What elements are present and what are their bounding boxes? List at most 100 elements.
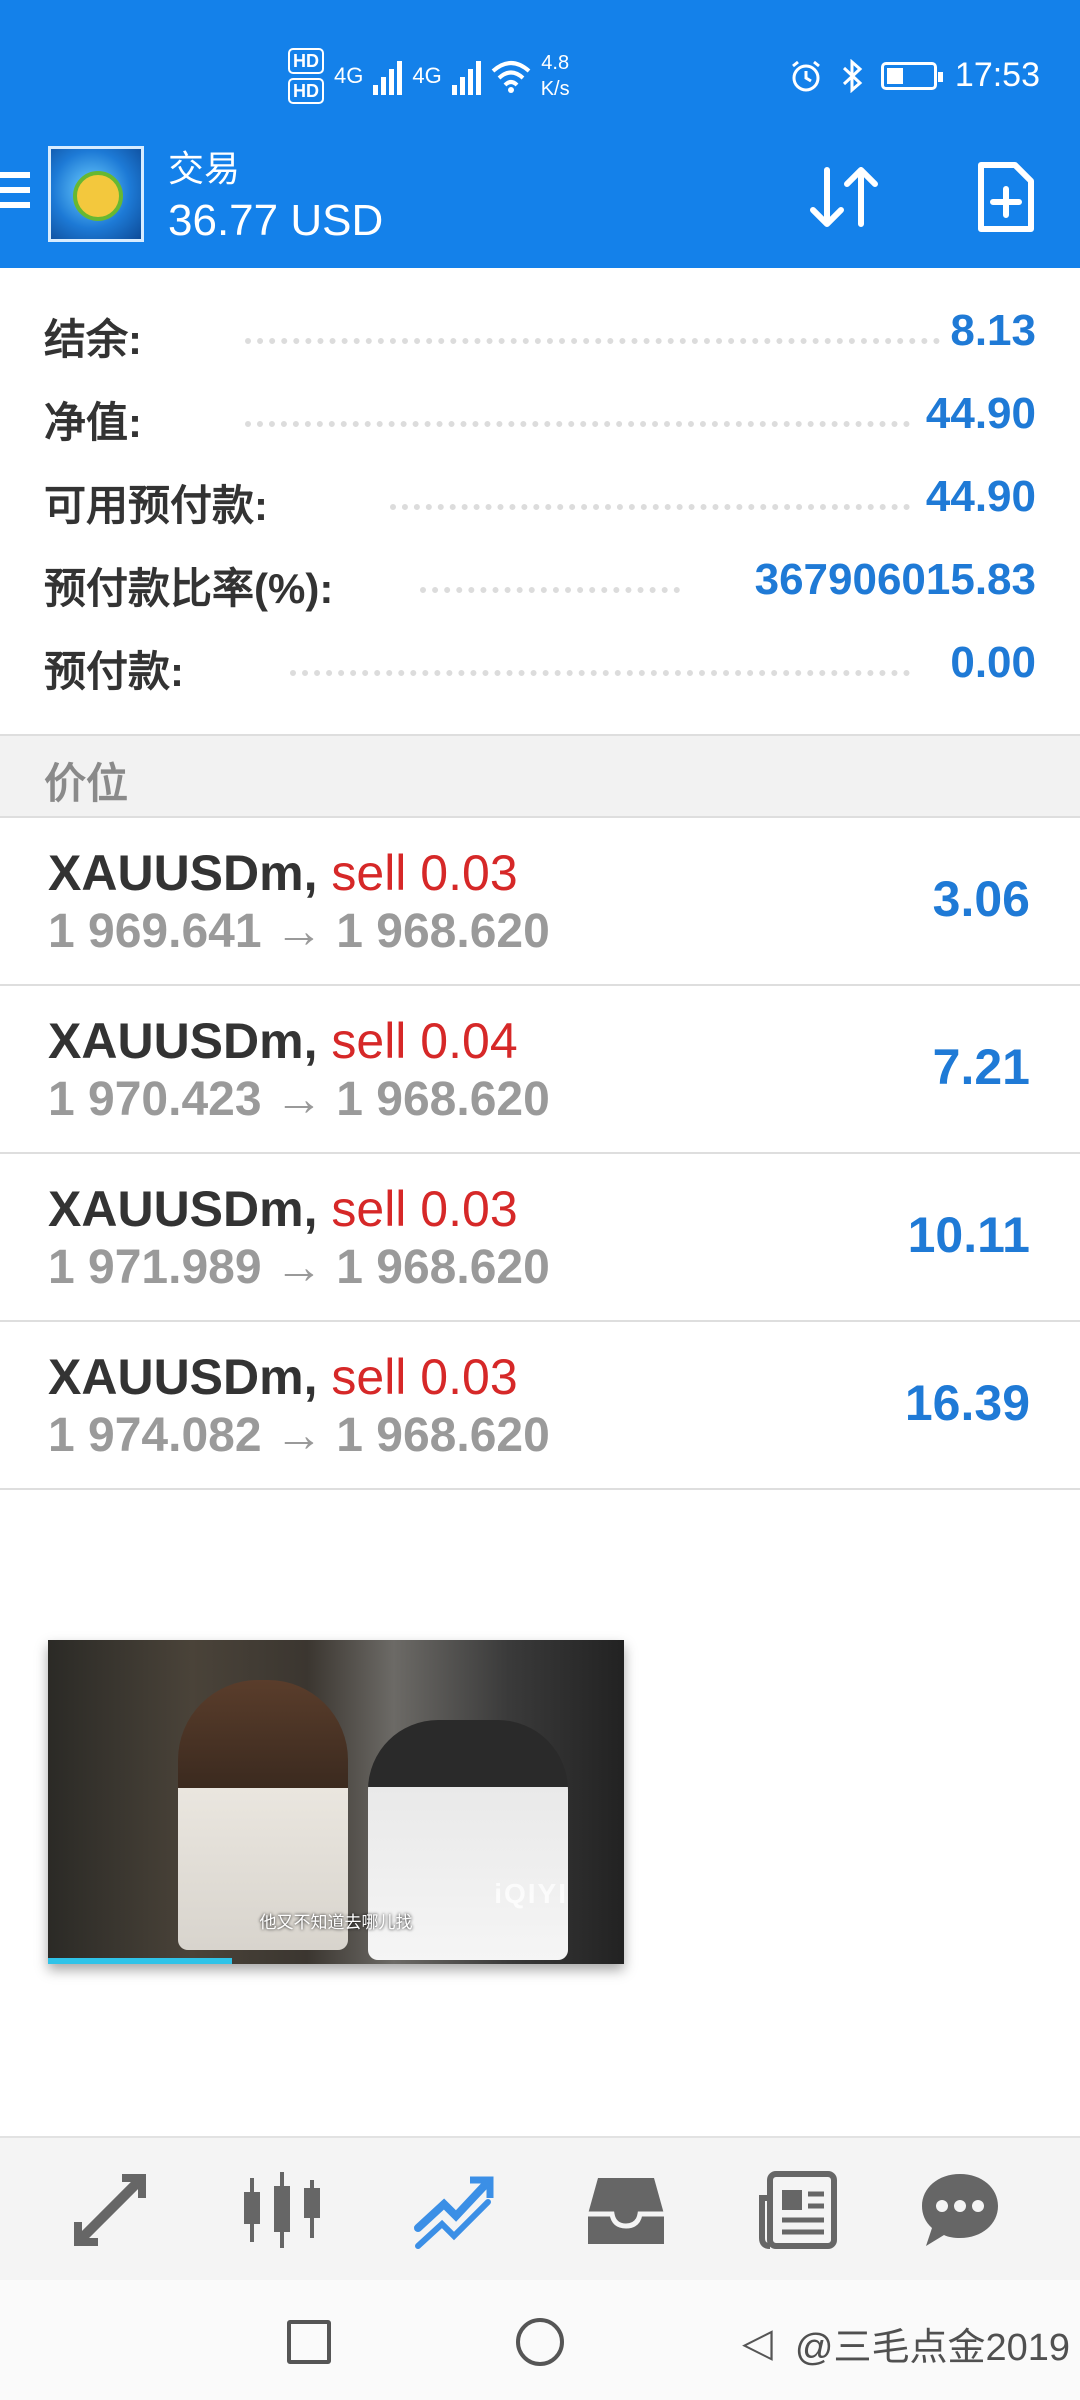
- home-icon[interactable]: [516, 2318, 564, 2366]
- nav-chart[interactable]: [232, 2160, 332, 2260]
- position-profit: 16.39: [904, 1375, 1030, 1431]
- nav-quotes[interactable]: [60, 2160, 160, 2260]
- margin-level-value: 367906015.83: [754, 555, 1036, 604]
- sort-arrows-icon: [810, 167, 878, 227]
- weibo-watermark: @三毛点金2019: [794, 2327, 1070, 2369]
- sort-button[interactable]: [800, 152, 890, 242]
- arrow-icon: →: [274, 1241, 323, 1294]
- net-speed: 4.8 K/s: [541, 50, 570, 102]
- signal-1-icon: [373, 57, 403, 95]
- position-symbol: XAUUSDm,: [48, 845, 318, 901]
- clock: 17:53: [954, 56, 1040, 94]
- history-icon: [588, 2178, 664, 2244]
- position-title: XAUUSDm, sell 0.03: [48, 1348, 518, 1406]
- quotes-icon: [74, 2174, 146, 2246]
- position-symbol: XAUUSDm,: [48, 1013, 318, 1069]
- position-row[interactable]: XAUUSDm, sell 0.04 1 970.423 → 1 968.620…: [0, 986, 1080, 1154]
- balance-value: 8.13: [950, 306, 1036, 355]
- system-navigation-bar: ◁ @三毛点金2019: [0, 2280, 1080, 2400]
- open-price: 1 970.423: [48, 1073, 262, 1126]
- speed-value: 4.8: [541, 52, 570, 74]
- nav-history[interactable]: [576, 2160, 676, 2260]
- new-document-icon: [978, 162, 1034, 232]
- balance-row: 结余: 8.13: [0, 300, 1080, 383]
- nav-trade[interactable]: [404, 2160, 504, 2260]
- status-bar: HD HD 4G 4G 4.8 K/s 17:53: [0, 0, 1080, 140]
- position-title: XAUUSDm, sell 0.03: [48, 844, 518, 902]
- free-margin-value: 44.90: [925, 472, 1036, 521]
- free-margin-label: 可用预付款:: [44, 482, 268, 529]
- position-side: sell 0.03: [331, 1181, 518, 1237]
- equity-label: 净值:: [44, 399, 142, 446]
- equity-value: 44.90: [925, 389, 1036, 438]
- margin-row: 预付款: 0.00: [0, 632, 1080, 715]
- open-price: 1 974.082: [48, 1409, 262, 1462]
- position-profit: 3.06: [932, 871, 1030, 927]
- page-title: 交易: [168, 148, 241, 189]
- position-side: sell 0.03: [331, 1349, 518, 1405]
- video-watermark: iQIYI: [494, 1878, 568, 1909]
- positions-list: XAUUSDm, sell 0.03 1 969.641 → 1 968.620…: [0, 818, 1080, 1490]
- current-price: 1 968.620: [336, 1073, 550, 1126]
- position-side: sell 0.04: [331, 1013, 518, 1069]
- video-subtitle: 他又不知道去哪儿找: [259, 1913, 413, 1932]
- speed-unit: K/s: [540, 78, 570, 100]
- position-prices: 1 974.082 → 1 968.620: [48, 1408, 550, 1463]
- position-symbol: XAUUSDm,: [48, 1349, 318, 1405]
- signal-2-icon: [451, 57, 481, 95]
- status-right: 17:53: [789, 56, 1040, 95]
- hd-indicators: HD HD: [288, 48, 324, 104]
- nav-chat[interactable]: [910, 2160, 1010, 2260]
- open-price: 1 971.989: [48, 1241, 262, 1294]
- dotted-leader: [390, 504, 910, 510]
- account-summary: 结余: 8.13 净值: 44.90 可用预付款: 44.90 预付款比率(%)…: [0, 300, 1080, 715]
- chart-icon: [244, 2172, 320, 2248]
- nav-news[interactable]: [748, 2160, 848, 2260]
- chat-icon: [922, 2174, 998, 2246]
- recent-apps-icon[interactable]: [287, 2320, 331, 2364]
- position-row[interactable]: XAUUSDm, sell 0.03 1 974.082 → 1 968.620…: [0, 1322, 1080, 1490]
- battery-icon: [880, 61, 943, 90]
- net1-label: 4G: [334, 63, 364, 88]
- positions-section-header: 价位: [0, 734, 1080, 818]
- news-icon: [759, 2171, 837, 2249]
- header-balance: 36.77 USD: [168, 196, 384, 245]
- position-title: XAUUSDm, sell 0.04: [48, 1012, 518, 1070]
- app-logo: [48, 146, 144, 242]
- alarm-icon: [791, 60, 820, 91]
- position-profit: 7.21: [932, 1039, 1030, 1095]
- open-price: 1 969.641: [48, 905, 262, 958]
- video-progress-bar[interactable]: [48, 1958, 233, 1964]
- dotted-leader: [420, 587, 680, 593]
- net2-label: 4G: [412, 63, 442, 88]
- section-title: 价位: [44, 760, 129, 807]
- menu-icon[interactable]: [0, 172, 30, 212]
- bluetooth-icon: [842, 58, 863, 93]
- arrow-icon: →: [274, 905, 323, 958]
- position-side: sell 0.03: [331, 845, 518, 901]
- floating-video-player[interactable]: iQIYI 他又不知道去哪儿找: [48, 1640, 624, 1964]
- position-prices: 1 971.989 → 1 968.620: [48, 1240, 550, 1295]
- hd2-badge: HD: [288, 78, 324, 104]
- position-title: XAUUSDm, sell 0.03: [48, 1180, 518, 1238]
- position-symbol: XAUUSDm,: [48, 1181, 318, 1237]
- bottom-navigation: [0, 2136, 1080, 2280]
- equity-row: 净值: 44.90: [0, 383, 1080, 466]
- position-prices: 1 969.641 → 1 968.620: [48, 904, 550, 959]
- margin-label: 预付款:: [44, 648, 184, 695]
- margin-level-row: 预付款比率(%): 367906015.83: [0, 549, 1080, 632]
- status-left: HD HD 4G 4G 4.8 K/s: [288, 48, 570, 104]
- new-order-button[interactable]: [960, 152, 1050, 242]
- app-header: HD HD 4G 4G 4.8 K/s 17:53 交易 36.77 USD: [0, 0, 1080, 268]
- position-row[interactable]: XAUUSDm, sell 0.03 1 969.641 → 1 968.620…: [0, 818, 1080, 986]
- position-profit: 10.11: [907, 1207, 1030, 1263]
- position-prices: 1 970.423 → 1 968.620: [48, 1072, 550, 1127]
- free-margin-row: 可用预付款: 44.90: [0, 466, 1080, 549]
- dotted-leader: [245, 338, 940, 344]
- position-row[interactable]: XAUUSDm, sell 0.03 1 971.989 → 1 968.620…: [0, 1154, 1080, 1322]
- margin-level-label: 预付款比率(%):: [44, 565, 334, 612]
- current-price: 1 968.620: [336, 905, 550, 958]
- dotted-leader: [290, 670, 910, 676]
- dotted-leader: [245, 421, 910, 427]
- back-icon[interactable]: ◁: [742, 2320, 773, 2366]
